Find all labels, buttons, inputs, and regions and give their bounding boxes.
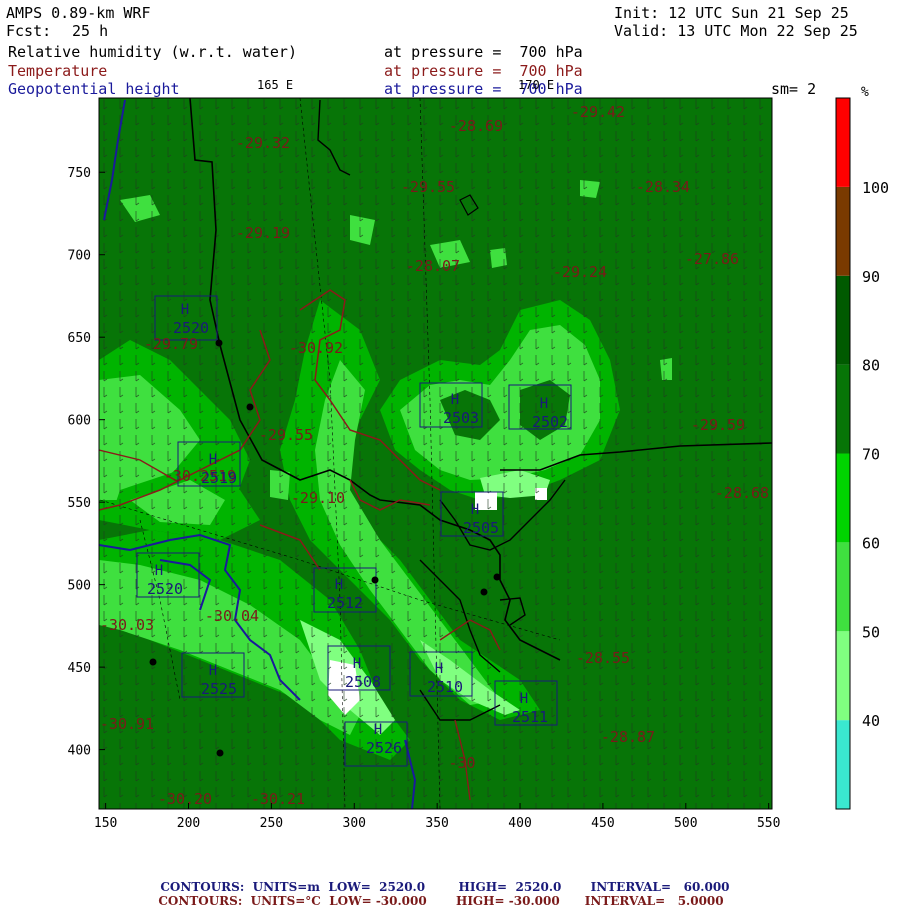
temperature-label: -29.79: [144, 335, 198, 353]
colorbar-label: 100: [862, 179, 889, 197]
temperature-label: -30.03: [100, 616, 154, 634]
x-tick-label: 500: [674, 816, 697, 831]
colorbar-label: 40: [862, 712, 880, 730]
footer-temp-interval-label: INTERVAL=: [584, 894, 666, 908]
temperature-label: -27.86: [685, 250, 739, 268]
low-high-marker: H: [435, 661, 443, 677]
height-label: 2502: [532, 413, 568, 431]
y-tick-label: 600: [68, 414, 91, 429]
x-tick-label: 200: [177, 816, 200, 831]
humidity-fill: [99, 98, 772, 809]
height-label: 2508: [345, 673, 381, 691]
colorbar-label: 60: [862, 534, 880, 552]
y-tick-label: 650: [68, 331, 91, 346]
footer-temp-contours: CONTOURS: UNITS=°C LOW= -30.000 HIGH= -3…: [150, 880, 724, 908]
x-tick-label: 400: [508, 816, 531, 831]
low-high-marker: H: [209, 663, 217, 679]
colorbar-segment: [836, 453, 850, 543]
temperature-label: -30.21: [251, 790, 305, 808]
colorbar-segment: [836, 364, 850, 454]
footer-temp-low: -30.000: [375, 894, 427, 908]
colorbar-unit: %: [861, 85, 869, 100]
footer-temp-high: -30.000: [508, 894, 560, 908]
temperature-label: -28.69: [449, 117, 503, 135]
temperature-label: -29.10: [291, 489, 345, 507]
temperature-label: -28.87: [601, 728, 655, 746]
temperature-label: -29.32: [236, 134, 290, 152]
temperature-label: -28.68: [715, 484, 769, 502]
footer-temp-high-label: HIGH=: [455, 894, 505, 908]
low-high-marker: H: [540, 396, 548, 412]
low-high-marker: H: [451, 392, 459, 408]
temperature-label: -29.19: [236, 224, 290, 242]
footer-temp-low-label: LOW=: [329, 894, 372, 908]
temperature-label: -29.55: [259, 426, 313, 444]
low-high-marker: H: [374, 722, 382, 738]
colorbar-segment: [836, 275, 850, 365]
y-tick-label: 450: [68, 661, 91, 676]
y-tick-label: 750: [68, 166, 91, 181]
temperature-label: -29.42: [571, 103, 625, 121]
low-high-marker: H: [155, 563, 163, 579]
colorbar-segment: [836, 542, 850, 632]
colorbar-segment: [836, 631, 850, 721]
colorbar-label: 80: [862, 357, 880, 375]
temperature-label: -29.24: [553, 263, 607, 281]
colorbar-segment: [836, 186, 850, 276]
colorbar-segment: [836, 720, 850, 809]
low-high-marker: H: [471, 502, 479, 518]
y-tick-label: 550: [68, 496, 91, 511]
height-label: 2505: [463, 519, 499, 537]
height-label: 2525: [201, 680, 237, 698]
temperature-label: -28.07: [406, 257, 460, 275]
y-tick-label: 400: [68, 744, 91, 759]
x-tick-label: 250: [260, 816, 283, 831]
weather-map: -28.69 -29.42 -29.32 -29.55 -28.34 -29.19 -28.…: [68, 85, 890, 831]
temperature-label: -29.55: [401, 178, 455, 196]
colorbar-segment: [836, 98, 850, 187]
temperature-label: -28.55: [576, 649, 630, 667]
temperature-label: -30.04: [205, 607, 259, 625]
y-tick-label: 500: [68, 579, 91, 594]
temperature-label: -30: [448, 754, 475, 772]
height-label: 2520: [147, 580, 183, 598]
height-label: 2510: [427, 678, 463, 696]
x-tick-label: 550: [757, 816, 780, 831]
low-high-marker: H: [353, 656, 361, 672]
temperature-label: -28.34: [636, 178, 690, 196]
height-label: 2526: [366, 739, 402, 757]
low-high-marker: H: [335, 577, 343, 593]
height-label: 2520: [173, 319, 209, 337]
low-high-marker: H: [181, 302, 189, 318]
temperature-label: -29.59: [691, 416, 745, 434]
colorbar-label: 90: [862, 268, 880, 286]
footer-temp-interval: 5.0000: [677, 894, 724, 908]
x-tick-label: 300: [343, 816, 366, 831]
temperature-label: -30.91: [100, 715, 154, 733]
y-tick-label: 700: [68, 249, 91, 264]
height-label: 2511: [512, 708, 548, 726]
colorbar: 40 50 60 70 80 90 100%: [835, 85, 889, 810]
x-tick-label: 450: [591, 816, 614, 831]
low-high-marker: H: [520, 691, 528, 707]
height-label: 2503: [443, 409, 479, 427]
x-tick-label: 350: [425, 816, 448, 831]
temperature-label: -30.92: [289, 339, 343, 357]
footer-temp-label: CONTOURS:: [158, 894, 243, 908]
colorbar-label: 70: [862, 446, 880, 464]
height-label: 2512: [327, 594, 363, 612]
colorbar-label: 50: [862, 623, 880, 641]
temperature-label: -30.20: [158, 790, 212, 808]
low-high-marker: H: [209, 452, 217, 468]
footer-temp-units: UNITS=°C: [250, 894, 321, 908]
x-tick-label: 150: [94, 816, 117, 831]
height-label: 2519: [201, 469, 237, 487]
